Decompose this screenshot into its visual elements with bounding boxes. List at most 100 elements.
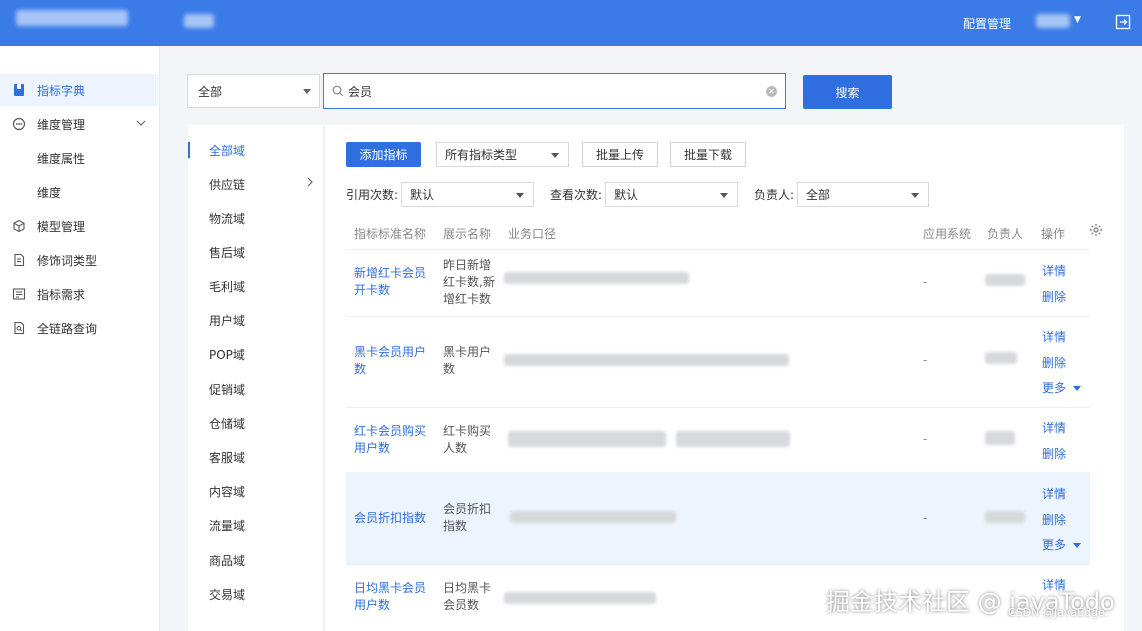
metric-display-name: 红卡购买人数 [443, 424, 492, 455]
domain-item[interactable]: 用户域 [188, 303, 322, 337]
more-label: 更多 [1042, 538, 1067, 552]
metric-name-link[interactable]: 黑卡会员用户数 [354, 344, 434, 378]
clear-icon[interactable]: ✕ [766, 86, 777, 97]
metric-display-name: 黑卡用户数 [443, 345, 492, 376]
domain-label: 流量域 [209, 518, 246, 533]
metric-name-link[interactable]: 红卡会员购买用户数 [354, 423, 434, 457]
more-menu[interactable]: 更多 [1042, 379, 1082, 396]
ref-count-label: 引用次数: [346, 188, 399, 202]
domain-label: 商品域 [209, 553, 246, 568]
domain-item[interactable]: POP域 [188, 337, 322, 371]
domain-item[interactable]: 客服域 [188, 440, 322, 474]
search-input[interactable]: 会员 ✕ [323, 73, 786, 109]
batch-download-button[interactable]: 批量下载 [670, 142, 746, 167]
sidebar-item-model-management[interactable]: 模型管理 [0, 210, 158, 242]
sidebar-item-modifier-types[interactable]: 修饰词类型 [0, 244, 158, 276]
batch-upload-button[interactable]: 批量上传 [582, 142, 658, 167]
business-caliber-blurred [504, 354, 789, 366]
sidebar-item-full-link-query[interactable]: 全链路查询 [0, 312, 158, 344]
caret-down-icon [516, 193, 524, 198]
app-name-blurred [184, 14, 214, 28]
row-divider [346, 316, 1090, 317]
domain-item[interactable]: 仓储域 [188, 406, 322, 440]
metric-display-name: 日均黑卡会员数 [443, 581, 492, 612]
exit-icon[interactable] [1115, 14, 1131, 30]
detail-link[interactable]: 详情 [1042, 328, 1066, 345]
metric-name-link[interactable]: 会员折扣指数 [354, 510, 434, 527]
delete-link[interactable]: 删除 [1042, 445, 1066, 462]
metric-name-link[interactable]: 新增红卡会员开卡数 [354, 265, 434, 299]
top-bar: 配置管理 ▼ [0, 0, 1142, 46]
list-icon [12, 288, 26, 300]
gear-icon[interactable] [1089, 223, 1103, 237]
search-scope-select[interactable]: 全部 [187, 74, 320, 108]
add-metric-button[interactable]: 添加指标 [346, 142, 421, 167]
owner-blurred [985, 431, 1015, 445]
chevron-down-icon[interactable] [136, 118, 146, 128]
domain-label: 全部域 [209, 143, 246, 158]
user-name-blurred[interactable] [1036, 14, 1070, 28]
detail-link[interactable]: 详情 [1042, 485, 1066, 502]
cube-icon [13, 219, 25, 233]
ref-count-select[interactable]: 默认 [401, 182, 534, 207]
delete-link[interactable]: 删除 [1042, 354, 1066, 371]
domain-label: 内容域 [209, 484, 246, 499]
domain-label: 物流域 [209, 211, 246, 226]
more-menu[interactable]: 更多 [1042, 536, 1082, 553]
col-header-business-caliber: 业务口径 [508, 227, 557, 241]
domain-item[interactable]: 毛利域 [188, 269, 322, 303]
search-button[interactable]: 搜索 [803, 75, 892, 109]
chevron-right-icon[interactable] [306, 177, 314, 187]
sidebar-item-dimension-attributes[interactable]: 维度属性 [0, 142, 158, 174]
row-divider [346, 407, 1090, 408]
domain-label: 售后域 [209, 245, 246, 260]
app-system-value: - [923, 432, 928, 446]
domain-item[interactable]: 全部域 [188, 133, 322, 167]
domain-label: 仓储域 [209, 416, 246, 431]
search-icon [332, 85, 344, 97]
owner-blurred [985, 274, 1025, 286]
view-count-label: 查看次数: [550, 188, 603, 202]
owner-select[interactable]: 全部 [797, 182, 929, 207]
sidebar-item-metric-dictionary[interactable]: 指标字典 [0, 74, 158, 106]
delete-link[interactable]: 删除 [1042, 511, 1066, 528]
domain-item[interactable]: 交易域 [188, 577, 322, 611]
domain-label: 毛利域 [209, 279, 246, 294]
caret-down-icon [551, 153, 559, 158]
user-menu-caret-icon[interactable]: ▼ [1074, 15, 1081, 25]
detail-link[interactable]: 详情 [1042, 262, 1066, 279]
metric-name-link[interactable]: 日均黑卡会员用户数 [354, 580, 434, 614]
detail-link[interactable]: 详情 [1042, 419, 1066, 436]
domain-item[interactable]: 供应链 [188, 167, 322, 201]
view-count-select[interactable]: 默认 [605, 182, 738, 207]
domain-label: 促销域 [209, 382, 246, 397]
metric-display-name: 会员折扣指数 [443, 502, 492, 533]
app-logo-blurred [16, 10, 128, 26]
search-doc-icon [14, 321, 25, 335]
delete-link[interactable]: 删除 [1042, 288, 1066, 305]
caret-down-icon [720, 193, 728, 198]
domain-item[interactable]: 流量域 [188, 508, 322, 542]
sidebar-item-dimension-management[interactable]: 维度管理 [0, 108, 158, 140]
sidebar-item-label: 维度属性 [37, 151, 86, 166]
row-divider [346, 249, 1090, 250]
sidebar-item-dimension[interactable]: 维度 [0, 176, 158, 208]
domain-item[interactable]: 售后域 [188, 235, 322, 269]
search-scope-value: 全部 [198, 84, 223, 99]
domain-item[interactable]: 物流域 [188, 201, 322, 235]
sidebar-item-label: 指标字典 [37, 83, 86, 98]
owner-blurred [985, 352, 1017, 364]
domain-item[interactable]: 促销域 [188, 372, 322, 406]
sidebar-item-metric-requirements[interactable]: 指标需求 [0, 278, 158, 310]
search-query: 会员 [348, 84, 373, 99]
config-management-link[interactable]: 配置管理 [963, 15, 1011, 32]
more-label: 更多 [1042, 381, 1067, 395]
domain-label: 用户域 [209, 313, 246, 328]
domain-item[interactable]: 商品域 [188, 543, 322, 577]
domain-item[interactable]: 内容域 [188, 474, 322, 508]
owner-value: 全部 [806, 188, 831, 202]
dimension-icon [12, 117, 26, 131]
metric-type-select[interactable]: 所有指标类型 [436, 142, 569, 167]
owner-blurred [985, 511, 1025, 523]
caret-down-icon [1073, 386, 1082, 391]
